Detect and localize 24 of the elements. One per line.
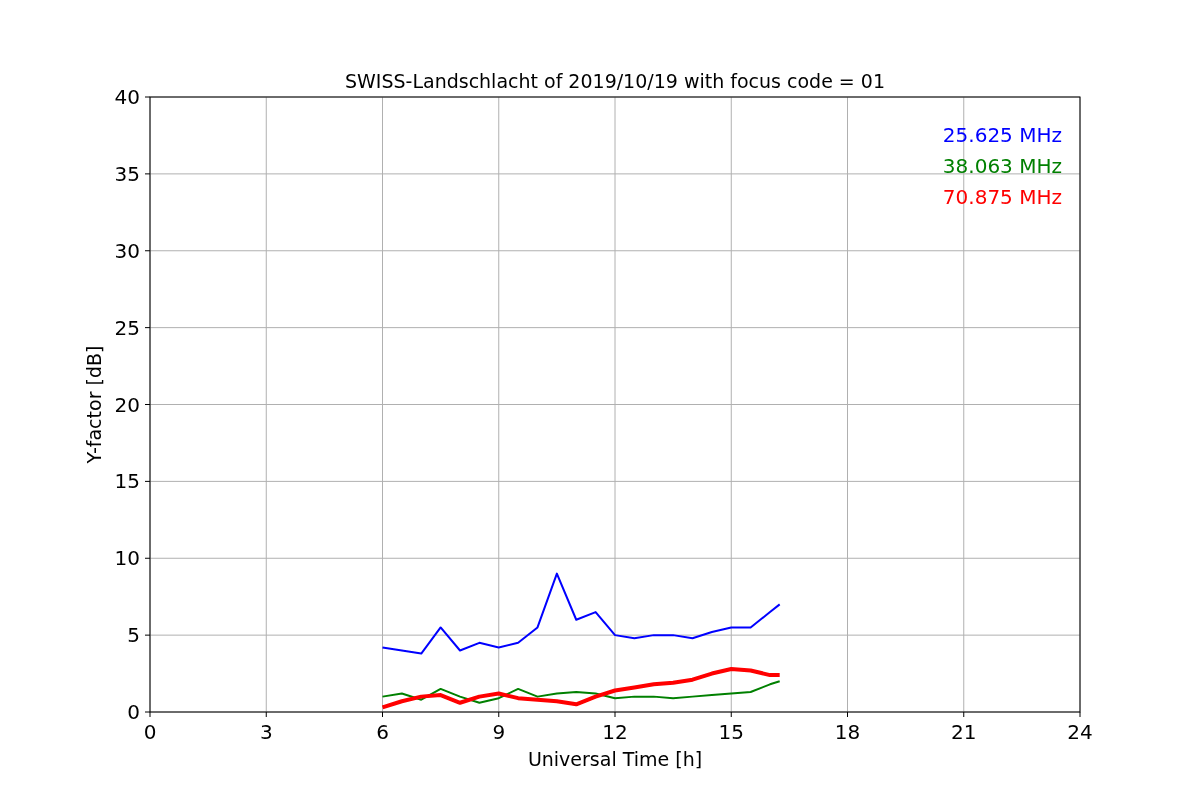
x-tick-label: 15 bbox=[718, 720, 744, 744]
x-tick-label: 21 bbox=[951, 720, 977, 744]
legend-label: 38.063 MHz bbox=[942, 154, 1062, 178]
chart-title: SWISS-Landschlacht of 2019/10/19 with focus code = 01 bbox=[345, 70, 885, 92]
x-tick-label: 12 bbox=[602, 720, 628, 744]
x-tick-label: 6 bbox=[376, 720, 389, 744]
y-tick-label: 35 bbox=[114, 161, 140, 186]
x-tick-label: 9 bbox=[492, 720, 506, 744]
y-tick-label: 40 bbox=[114, 85, 140, 109]
x-tick-label: 18 bbox=[834, 720, 861, 744]
y-tick-label: 5 bbox=[127, 623, 140, 648]
x-tick-label: 0 bbox=[143, 720, 157, 744]
y-tick-label: 0 bbox=[127, 700, 140, 724]
y-tick-label: 10 bbox=[114, 546, 140, 571]
y-axis-label: Y-factor [dB] bbox=[83, 345, 105, 464]
y-tick-label: 25 bbox=[114, 315, 140, 340]
legend-label: 25.625 MHz bbox=[942, 123, 1062, 147]
x-tick-label: 24 bbox=[1067, 720, 1093, 744]
x-axis-label: Universal Time [h] bbox=[527, 748, 703, 770]
x-tick-label: 3 bbox=[259, 720, 273, 744]
legend-label: 70.875 MHz bbox=[942, 185, 1062, 209]
y-tick-label: 15 bbox=[114, 469, 140, 494]
y-tick-label: 20 bbox=[114, 392, 140, 417]
y-tick-label: 30 bbox=[114, 238, 140, 263]
